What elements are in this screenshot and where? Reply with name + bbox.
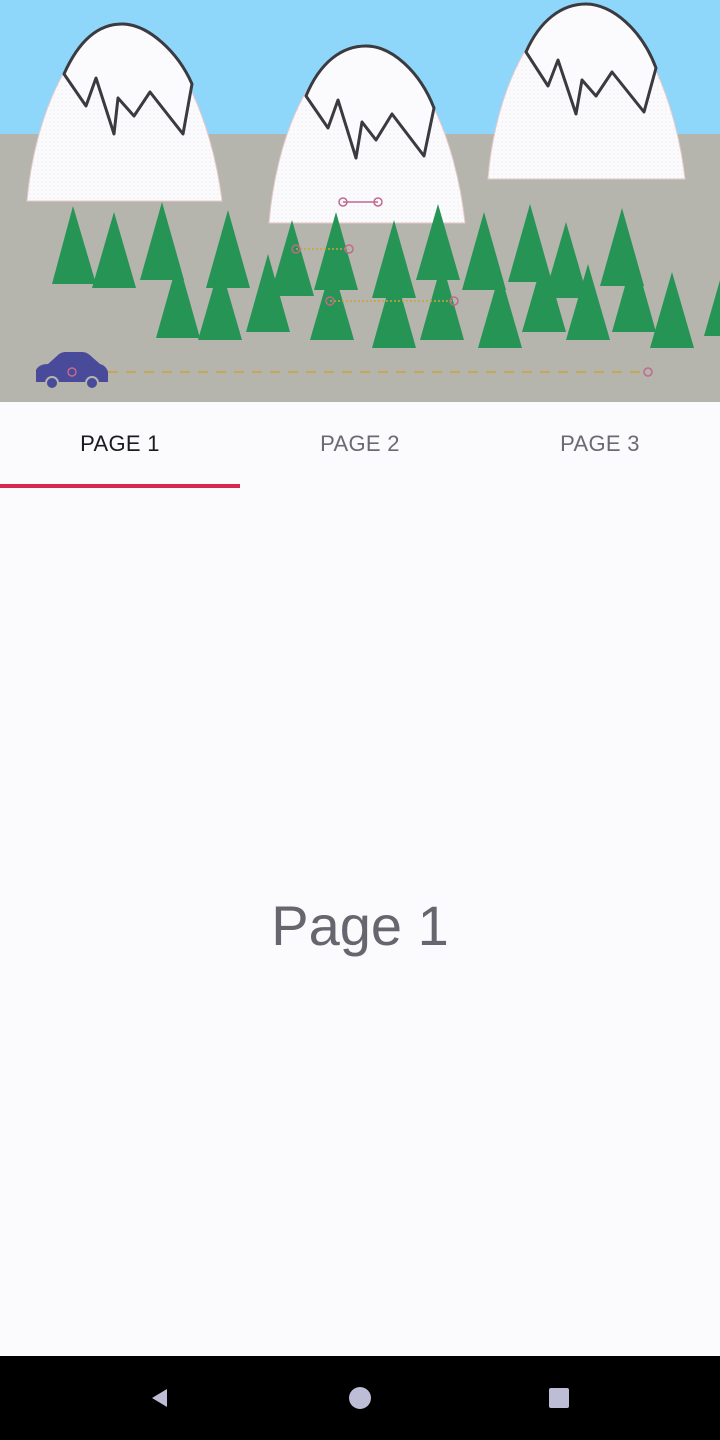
tab-label: PAGE 2	[320, 431, 400, 456]
header-scene	[0, 0, 720, 402]
tab-page-3[interactable]: PAGE 3	[480, 402, 720, 488]
system-navigation-bar	[0, 1356, 720, 1440]
back-button[interactable]	[100, 1356, 220, 1440]
tab-page-1[interactable]: PAGE 1	[0, 402, 240, 488]
home-button[interactable]	[300, 1356, 420, 1440]
recents-icon	[549, 1388, 569, 1408]
app-screen: PAGE 1 PAGE 2 PAGE 3 Page 1	[0, 0, 720, 1440]
tab-bar: PAGE 1 PAGE 2 PAGE 3	[0, 402, 720, 488]
tab-label: PAGE 3	[560, 431, 640, 456]
page-content: Page 1	[0, 488, 720, 1356]
home-icon	[349, 1387, 371, 1409]
back-icon	[152, 1389, 167, 1407]
scene-illustration	[0, 0, 720, 402]
recents-button[interactable]	[499, 1356, 619, 1440]
page-title: Page 1	[271, 894, 449, 957]
tab-label: PAGE 1	[80, 431, 160, 456]
tab-page-2[interactable]: PAGE 2	[240, 402, 480, 488]
